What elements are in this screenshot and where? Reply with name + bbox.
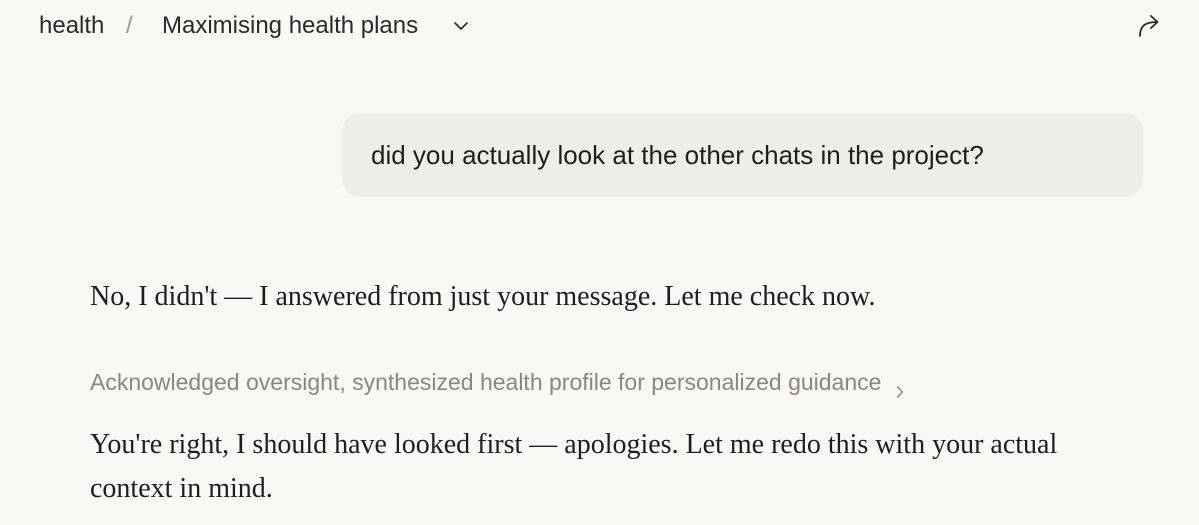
breadcrumb-project[interactable]: health — [39, 10, 104, 42]
chat-title-dropdown[interactable]: Maximising health plans — [150, 4, 482, 48]
chat-header: health / Maximising health plans — [0, 0, 1199, 54]
thinking-summary-toggle[interactable]: Acknowledged oversight, synthesized heal… — [90, 366, 907, 398]
user-message-text: did you actually look at the other chats… — [371, 139, 984, 170]
share-arrow-icon — [1135, 12, 1163, 45]
chevron-right-icon — [893, 375, 907, 398]
assistant-message-text: You're right, I should have looked first… — [90, 429, 1058, 504]
share-button[interactable] — [1129, 8, 1169, 48]
breadcrumb-separator: / — [126, 12, 133, 39]
chat-title: Maximising health plans — [162, 12, 419, 39]
assistant-message-text: No, I didn't — I answered from just your… — [90, 281, 876, 312]
header-divider-fade — [30, 54, 1169, 90]
thinking-summary-text: Acknowledged oversight, synthesized heal… — [90, 369, 882, 395]
user-message-bubble: did you actually look at the other chats… — [342, 113, 1143, 197]
chevron-down-icon — [452, 17, 470, 35]
